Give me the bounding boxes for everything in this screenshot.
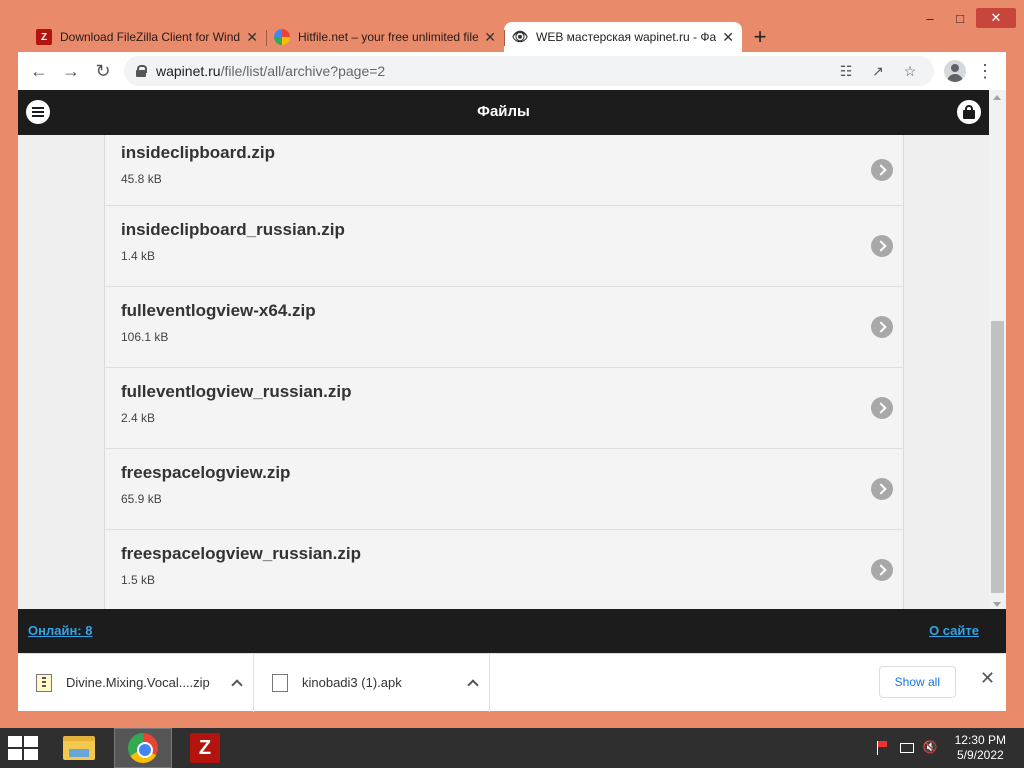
- bookmark-star-icon[interactable]: ☆: [894, 59, 926, 83]
- page-title: Файлы: [477, 103, 530, 120]
- file-list: insideclipboard.zip 45.8 kB insideclipbo…: [104, 135, 904, 611]
- chrome-button[interactable]: [114, 728, 172, 768]
- list-item[interactable]: freespacelogview_russian.zip 1.5 kB: [105, 530, 903, 611]
- window-controls: – □ ✕: [916, 8, 1016, 28]
- forward-button[interactable]: →: [56, 56, 86, 86]
- chevron-up-icon[interactable]: [467, 678, 479, 691]
- tab-title: WEB мастерская wapinet.ru - Файлы: [536, 30, 717, 44]
- show-all-button[interactable]: Show all: [878, 666, 956, 698]
- tab-title: Download FileZilla Client for Windows: [60, 30, 241, 44]
- filezilla-icon: Z: [190, 733, 220, 763]
- system-clock[interactable]: 12:30 PM 5/9/2022: [955, 733, 1006, 763]
- zip-file-icon: [36, 673, 52, 692]
- about-site-link[interactable]: О сайте: [929, 623, 979, 638]
- download-filename: kinobadi3 (1).apk: [302, 675, 402, 690]
- folder-icon: [63, 736, 95, 760]
- url-host: wapinet.ru: [156, 63, 221, 79]
- filezilla-icon: Z: [36, 29, 52, 45]
- browser-toolbar: ← → ↻ wapinet.ru/file/list/all/archive?p…: [18, 52, 1006, 90]
- list-item[interactable]: insideclipboard_russian.zip 1.4 kB: [105, 206, 903, 287]
- url-text[interactable]: wapinet.ru/file/list/all/archive?page=2: [156, 63, 830, 79]
- address-bar[interactable]: wapinet.ru/file/list/all/archive?page=2 …: [124, 56, 934, 86]
- maximize-button[interactable]: □: [946, 8, 974, 28]
- close-tab-icon[interactable]: ✕: [484, 29, 496, 46]
- windows-start-icon[interactable]: [8, 736, 38, 760]
- downloads-bar: Divine.Mixing.Vocal....zip kinobadi3 (1)…: [18, 653, 1006, 712]
- browser-menu-icon[interactable]: ⋮: [970, 56, 1000, 86]
- download-item[interactable]: Divine.Mixing.Vocal....zip: [18, 653, 254, 712]
- taskbar: Z 🔇 12:30 PM 5/9/2022: [0, 728, 1024, 768]
- file-name[interactable]: freespacelogview_russian.zip: [121, 544, 887, 564]
- eye-icon: 👁: [511, 29, 529, 44]
- share-icon[interactable]: ↗: [862, 59, 894, 83]
- list-item[interactable]: fulleventlogview_russian.zip 2.4 kB: [105, 368, 903, 449]
- action-center-flag-icon[interactable]: [874, 740, 890, 756]
- back-button[interactable]: ←: [24, 56, 54, 86]
- chevron-right-icon[interactable]: [871, 316, 893, 338]
- file-name[interactable]: freespacelogview.zip: [121, 463, 887, 483]
- file-size: 65.9 kB: [121, 492, 162, 506]
- file-size: 2.4 kB: [121, 411, 156, 425]
- chevron-right-icon[interactable]: [871, 159, 893, 181]
- chevron-right-icon[interactable]: [871, 478, 893, 500]
- page-viewport: Файлы insideclipboard.zip 45.8 kB inside…: [18, 90, 1006, 653]
- lock-icon[interactable]: [136, 65, 147, 77]
- translate-icon[interactable]: ☷: [830, 59, 862, 83]
- file-explorer-button[interactable]: [50, 728, 108, 768]
- download-filename: Divine.Mixing.Vocal....zip: [66, 675, 210, 690]
- file-name[interactable]: fulleventlogview-x64.zip: [121, 301, 887, 321]
- file-size: 45.8 kB: [121, 172, 162, 186]
- close-icon[interactable]: ✕: [980, 669, 995, 687]
- tab-hitfile[interactable]: Hitfile.net – your free unlimited file ✕: [266, 22, 504, 52]
- chrome-icon: [128, 733, 158, 763]
- filezilla-button[interactable]: Z: [176, 728, 234, 768]
- file-name[interactable]: fulleventlogview_russian.zip: [121, 382, 887, 402]
- file-icon: [272, 673, 288, 692]
- clock-time: 12:30 PM: [954, 733, 1006, 747]
- file-size: 1.5 kB: [121, 573, 156, 587]
- download-item[interactable]: kinobadi3 (1).apk: [254, 653, 490, 712]
- chevron-right-icon[interactable]: [871, 397, 893, 419]
- close-window-button[interactable]: ✕: [976, 8, 1016, 28]
- site-footer: Онлайн: 8 О сайте: [18, 609, 1006, 653]
- hitfile-icon: [274, 29, 290, 45]
- minimize-button[interactable]: –: [916, 8, 944, 28]
- clock-date: 5/9/2022: [956, 748, 1004, 762]
- file-name[interactable]: insideclipboard_russian.zip: [121, 220, 887, 240]
- scroll-down-icon[interactable]: [993, 602, 1001, 607]
- file-size: 106.1 kB: [121, 330, 169, 344]
- scroll-up-icon[interactable]: [993, 95, 1001, 100]
- close-tab-icon[interactable]: ✕: [722, 29, 734, 46]
- site-header: Файлы: [18, 90, 989, 135]
- url-path: /file/list/all/archive?page=2: [220, 63, 386, 79]
- login-lock-icon[interactable]: [957, 100, 981, 124]
- chevron-right-icon[interactable]: [871, 235, 893, 257]
- tab-title: Hitfile.net – your free unlimited file: [298, 30, 479, 44]
- chevron-up-icon[interactable]: [231, 678, 243, 691]
- avatar-icon: [944, 60, 966, 82]
- close-tab-icon[interactable]: ✕: [246, 29, 258, 46]
- profile-button[interactable]: [940, 56, 970, 86]
- network-icon[interactable]: [898, 740, 914, 756]
- vertical-scrollbar[interactable]: [989, 90, 1006, 653]
- scrollbar-thumb[interactable]: [991, 321, 1004, 593]
- online-count-link[interactable]: Онлайн: 8: [28, 623, 92, 638]
- file-name[interactable]: insideclipboard.zip: [121, 143, 887, 163]
- chevron-right-icon[interactable]: [871, 559, 893, 581]
- list-item[interactable]: fulleventlogview-x64.zip 106.1 kB: [105, 287, 903, 368]
- new-tab-button[interactable]: +: [746, 22, 774, 52]
- list-item[interactable]: insideclipboard.zip 45.8 kB: [105, 135, 903, 206]
- volume-muted-icon[interactable]: 🔇: [922, 740, 938, 756]
- file-size: 1.4 kB: [121, 249, 156, 263]
- tab-filezilla[interactable]: Z Download FileZilla Client for Windows …: [28, 22, 266, 52]
- reload-button[interactable]: ↻: [88, 56, 118, 86]
- tab-strip: Z Download FileZilla Client for Windows …: [28, 20, 774, 52]
- tab-wapinet[interactable]: 👁 WEB мастерская wapinet.ru - Файлы ✕: [504, 22, 742, 52]
- list-item[interactable]: freespacelogview.zip 65.9 kB: [105, 449, 903, 530]
